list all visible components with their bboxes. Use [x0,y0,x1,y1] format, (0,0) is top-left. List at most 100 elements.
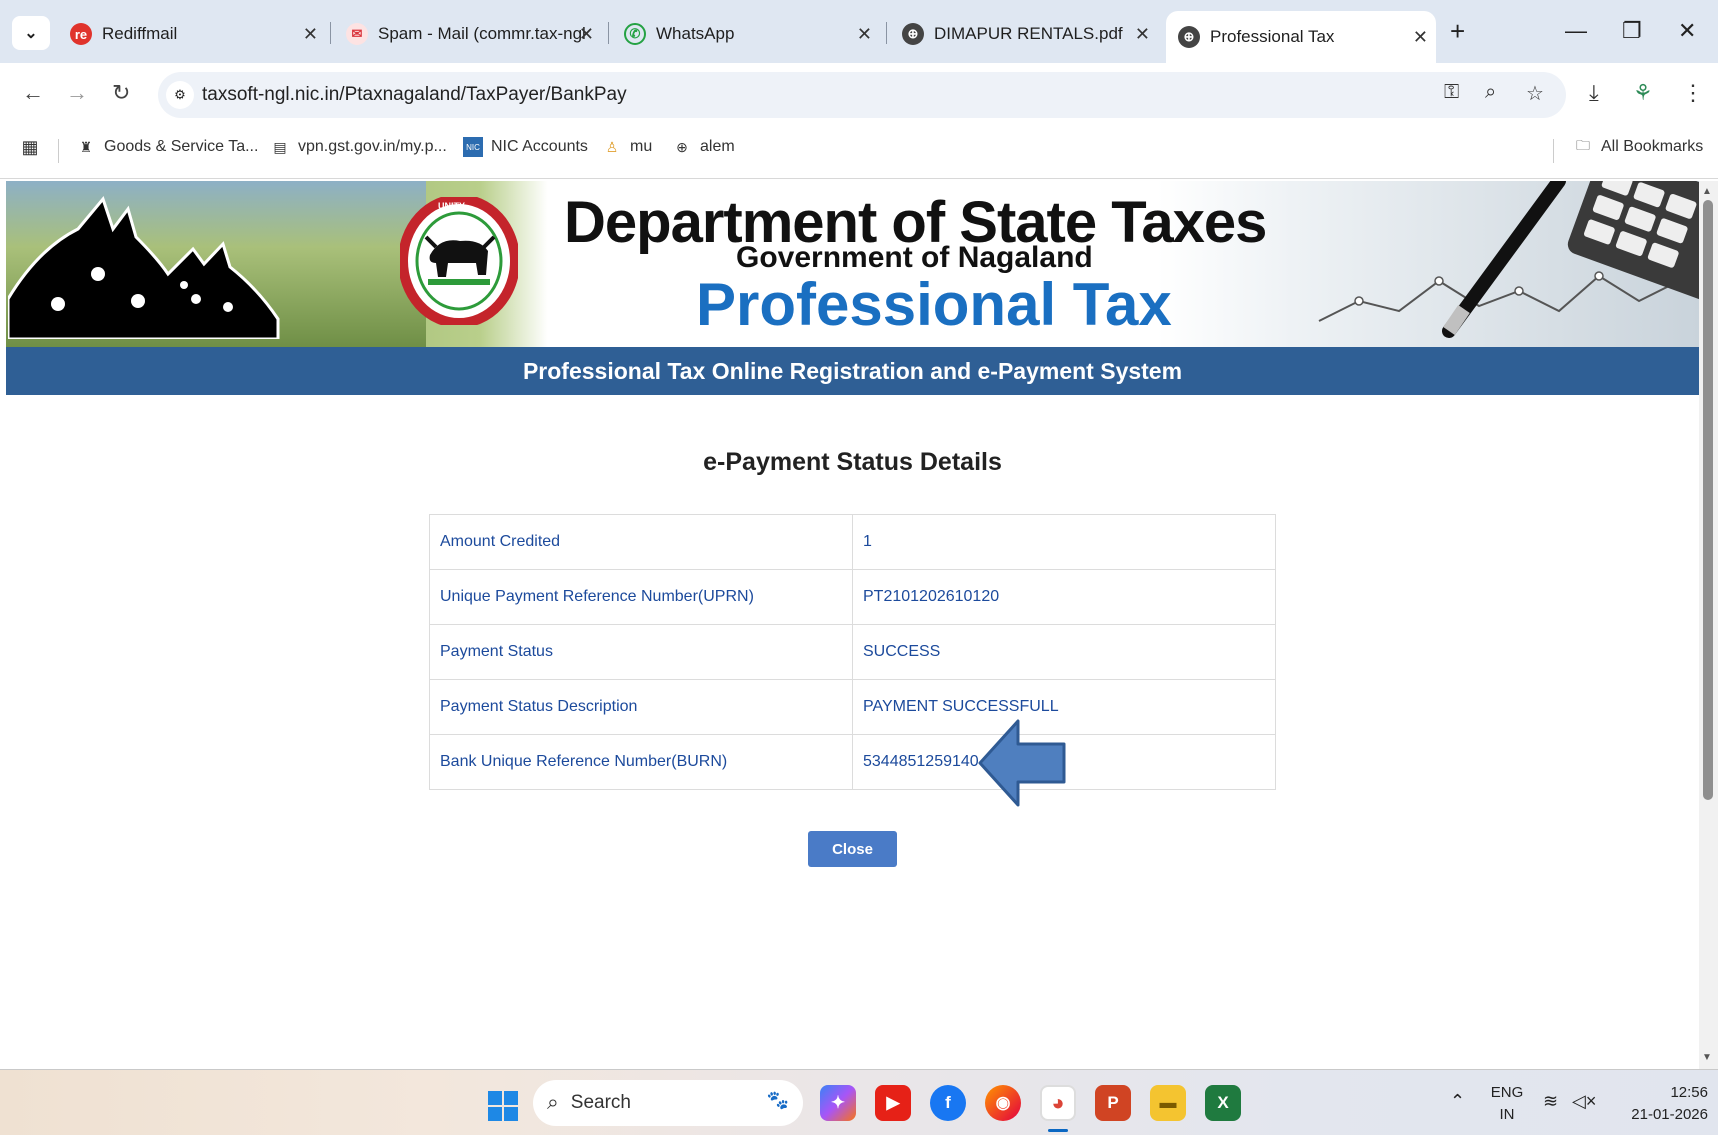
left-pointing-arrow-annotation [978,719,1066,807]
clock-date: 21-01-2026 [1631,1106,1708,1123]
youtube-icon[interactable]: ▶ [875,1085,911,1121]
table-row: Amount Credited 1 [429,514,1276,570]
tab-dimapur-rentals[interactable]: ⊕ DIMAPUR RENTALS.pdf ✕ [890,10,1158,58]
scroll-up-icon[interactable]: ▲ [1702,186,1712,197]
tab-separator [330,22,331,44]
back-icon[interactable]: ← [22,80,44,106]
row-label: Unique Payment Reference Number(UPRN) [429,569,853,625]
bookmark-label: NIC Accounts [491,138,588,155]
mail-icon: ✉ [346,23,368,45]
firefox-icon[interactable]: ◉ [985,1085,1021,1121]
facebook-icon[interactable]: f [930,1085,966,1121]
active-app-indicator [1048,1129,1068,1132]
all-bookmarks[interactable]: 🗀 All Bookmarks [1573,137,1703,157]
bookmark-label: vpn.gst.gov.in/my.p... [298,138,447,155]
tab-title: Professional Tax [1210,27,1335,46]
show-hidden-icons-icon[interactable]: ⌃ [1450,1090,1465,1112]
windows-start-icon[interactable] [488,1091,518,1121]
bookmark-alem[interactable]: ⊕ alem [672,137,735,157]
table-row: Payment Status Description PAYMENT SUCCE… [429,679,1276,735]
tab-title: Rediffmail [102,24,178,43]
browser-tab-strip: ⌄ re Rediffmail ✕ ✉ Spam - Mail (commr.t… [0,0,1718,63]
divider [1553,139,1554,163]
table-row: Unique Payment Reference Number(UPRN) PT… [429,569,1276,625]
bookmark-star-icon[interactable]: ☆ [1526,81,1544,106]
restore-icon[interactable]: ❐ [1622,18,1642,44]
tab-title: WhatsApp [656,24,735,43]
close-tab-icon[interactable]: ✕ [1135,24,1150,45]
bookmarks-bar: ▦ ♜ Goods & Service Ta... ▤ vpn.gst.gov.… [0,123,1718,179]
apps-grid-icon[interactable]: ▦ [20,137,48,157]
reload-icon[interactable]: ↻ [112,80,130,106]
speaker-muted-icon[interactable]: ◁× [1572,1090,1596,1112]
globe-icon: ⊕ [676,138,688,155]
tab-spam-mail[interactable]: ✉ Spam - Mail (commr.tax-ngl ✕ [334,10,602,58]
site-info-icon[interactable]: ⚙ [166,81,194,109]
rediffmail-icon: re [70,23,92,45]
table-row: Payment Status SUCCESS [429,624,1276,680]
tab-rediffmail[interactable]: re Rediffmail ✕ [58,10,326,58]
bookmark-label: alem [700,138,735,155]
scroll-down-icon[interactable]: ▼ [1702,1052,1712,1063]
nic-icon: NIC [463,137,483,157]
clock[interactable]: 12:56 21-01-2026 [1612,1082,1708,1126]
table-row: Bank Unique Reference Number(BURN) 53448… [429,734,1276,790]
globe-icon: ⊕ [1178,26,1200,48]
bookmark-nic-accounts[interactable]: NIC NIC Accounts [463,137,588,157]
nagaland-emblem-logo [400,197,518,325]
tab-search-chevron-icon[interactable]: ⌄ [12,16,50,50]
more-menu-icon[interactable]: ⋮ [1682,80,1704,106]
pen-and-calculator-image [1318,181,1699,338]
tab-title: DIMAPUR RENTALS.pdf [934,24,1123,43]
excel-icon[interactable]: X [1205,1085,1241,1121]
document-icon: ▤ [273,138,287,155]
naga-morung-logo [8,195,280,339]
chrome-icon[interactable]: ◕ [1040,1085,1076,1121]
windows-taskbar: ⌕ Search 🐾 ✦ ▶ f ◉ ◕ P ▬ X ⌃ ENG IN ≋ ◁×… [0,1069,1718,1135]
scrollbar-thumb[interactable] [1703,200,1713,800]
url-text[interactable]: taxsoft-ngl.nic.in/Ptaxnagaland/TaxPayer… [202,84,627,106]
bookmark-vpn-gst[interactable]: ▤ vpn.gst.gov.in/my.p... [270,137,447,157]
download-icon[interactable]: ⤓ [1589,80,1599,106]
row-value: SUCCESS [852,624,1276,680]
row-label: Bank Unique Reference Number(BURN) [429,734,853,790]
new-tab-icon[interactable]: + [1450,16,1465,47]
search-highlight-icon: 🐾 [766,1090,789,1110]
bookmark-mu[interactable]: ♙ mu [602,137,653,157]
close-tab-icon[interactable]: ✕ [579,24,594,45]
tab-separator [886,22,887,44]
bookmark-gst[interactable]: ♜ Goods & Service Ta... [76,137,259,157]
clock-time: 12:56 [1670,1084,1708,1101]
bookmark-label: Goods & Service Ta... [104,138,259,155]
close-button[interactable]: Close [808,831,897,867]
minimize-icon[interactable]: — [1565,18,1587,44]
row-label: Payment Status Description [429,679,853,735]
copilot-icon[interactable]: ✦ [820,1085,856,1121]
whatsapp-icon: ✆ [624,23,646,45]
emblem-icon: ♜ [79,138,93,155]
tab-separator [608,22,609,44]
tab-whatsapp[interactable]: ✆ WhatsApp ✕ [612,10,880,58]
extension-icon[interactable]: ⚘ [1633,80,1653,106]
forward-icon[interactable]: → [66,80,88,106]
close-tab-icon[interactable]: ✕ [1413,27,1428,48]
password-key-icon[interactable]: ⚿ [1444,81,1459,104]
wifi-icon[interactable]: ≋ [1543,1090,1558,1112]
folder-icon: 🗀 [1576,137,1590,153]
payment-status-table: Amount Credited 1 Unique Payment Referen… [429,514,1276,790]
taskbar-search-box[interactable]: ⌕ Search 🐾 [533,1080,803,1126]
emblem-unity-text: UNITY [438,201,465,211]
close-tab-icon[interactable]: ✕ [857,24,872,45]
tab-professional-tax[interactable]: ⊕ Professional Tax ✕ [1166,11,1436,63]
address-bar[interactable]: ⚙ taxsoft-ngl.nic.in/Ptaxnagaland/TaxPay… [158,72,1566,118]
powerpoint-icon[interactable]: P [1095,1085,1131,1121]
tab-title: Spam - Mail (commr.tax-ngl [378,24,586,43]
divider [58,139,59,163]
region-code: IN [1499,1106,1515,1123]
close-window-icon[interactable]: ✕ [1678,18,1696,44]
close-tab-icon[interactable]: ✕ [303,24,318,45]
person-icon: ♙ [605,138,619,155]
zoom-icon[interactable]: ⌕ [1485,81,1496,104]
language-indicator[interactable]: ENG IN [1489,1082,1525,1126]
file-explorer-icon[interactable]: ▬ [1150,1085,1186,1121]
